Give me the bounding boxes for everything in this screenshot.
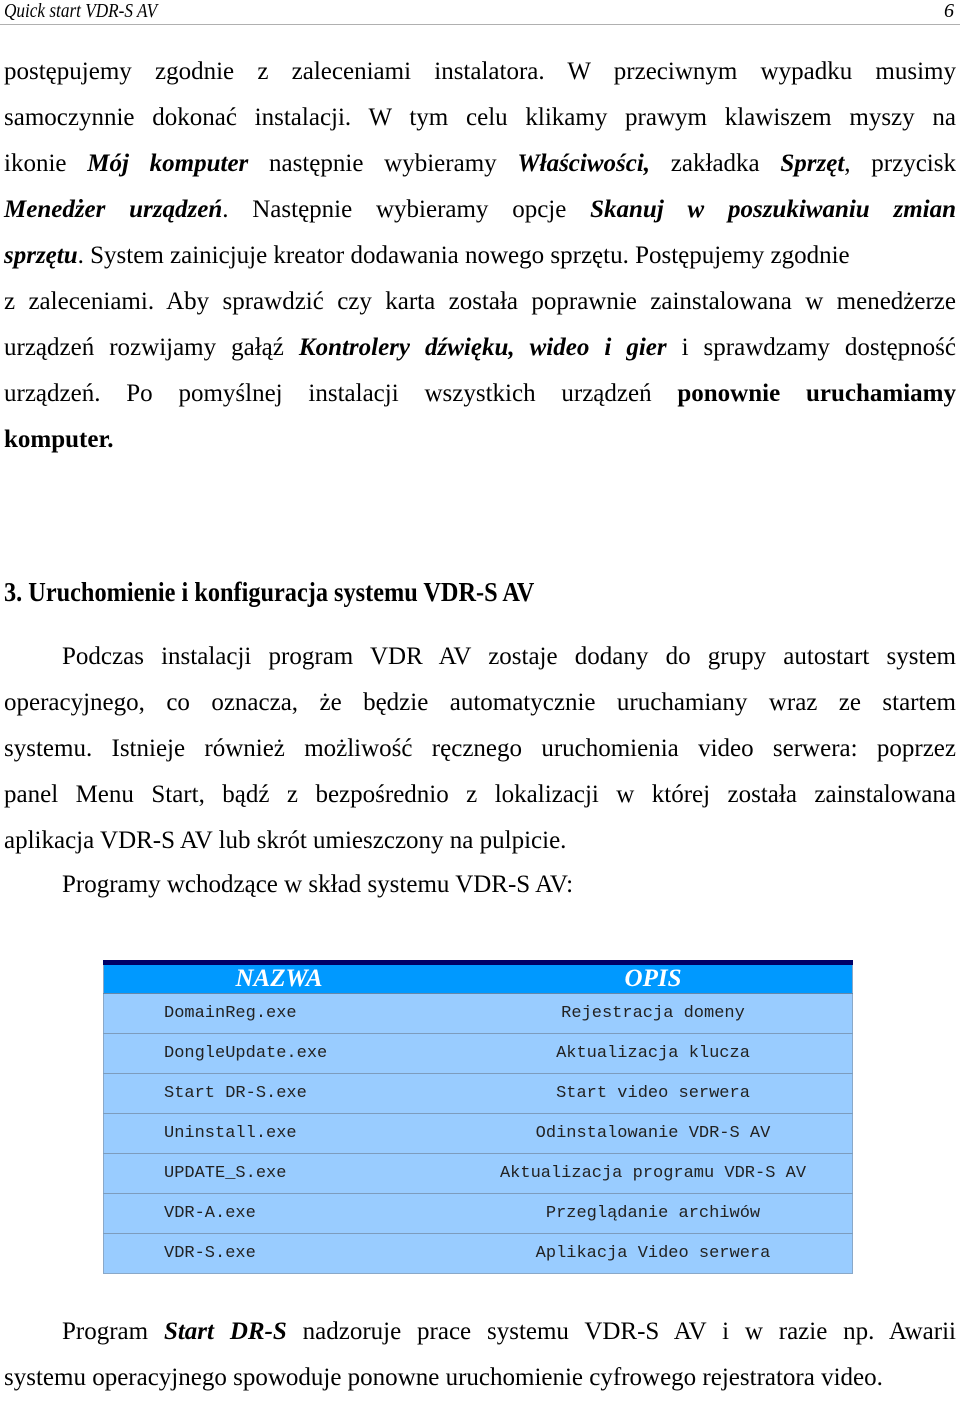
text: Program bbox=[62, 1318, 164, 1345]
text: ikonie bbox=[4, 150, 88, 177]
table-row: DongleUpdate.exe Aktualizacja klucza bbox=[103, 1033, 853, 1074]
table-row: Start DR-S.exe Start video serwera bbox=[103, 1073, 853, 1114]
text: . System zainicjuje kreator dodawania no… bbox=[77, 242, 850, 269]
text-line: Podczas instalacji program VDR AV zostaj… bbox=[62, 643, 956, 670]
text-line: postępujemy zgodnie z zaleceniami instal… bbox=[4, 58, 956, 85]
text-line: urządzeń rozwijamy gałąź Kontrolery dźwi… bbox=[4, 325, 956, 371]
text-line: Program Start DR-S nadzoruje prace syste… bbox=[4, 1309, 956, 1355]
program-name: Start DR-S.exe bbox=[103, 1073, 454, 1114]
program-name: Uninstall.exe bbox=[103, 1113, 454, 1154]
text-line: ikonie Mój komputer następnie wybieramy … bbox=[4, 141, 956, 187]
table-row: UPDATE_S.exe Aktualizacja programu VDR-S… bbox=[103, 1153, 853, 1194]
text-line: komputer. bbox=[4, 426, 114, 453]
emphasis-my-computer: Mój komputer bbox=[87, 150, 249, 177]
text-line: systemu operacyjnego spowoduje ponowne u… bbox=[4, 1364, 883, 1391]
text: . Następnie wybieramy opcje bbox=[222, 196, 591, 223]
text: urządzeń. Po pomyślnej instalacji wszyst… bbox=[4, 380, 678, 407]
emphasis-hardware: Sprzęt bbox=[780, 150, 845, 177]
text-line: sprzętu. System zainicjuje kreator dodaw… bbox=[4, 233, 956, 279]
column-header-name: NAZWA bbox=[103, 962, 454, 994]
program-name: UPDATE_S.exe bbox=[103, 1153, 454, 1194]
program-description: Aktualizacja programu VDR-S AV bbox=[454, 1153, 853, 1194]
programs-table: NAZWA OPIS DomainReg.exe Rejestracja dom… bbox=[103, 960, 853, 1274]
paragraph-autostart: Podczas instalacji program VDR AV zostaj… bbox=[4, 634, 956, 864]
text: nadzoruje prace systemu VDR-S AV i w raz… bbox=[286, 1318, 956, 1345]
program-description: Rejestracja domeny bbox=[454, 993, 853, 1034]
table-row: DomainReg.exe Rejestracja domeny bbox=[103, 993, 853, 1034]
page-header: Quick start VDR-S AV 6 bbox=[0, 0, 960, 25]
paragraph-installation: postępujemy zgodnie z zaleceniami instal… bbox=[4, 49, 956, 463]
emphasis-start-drs: Start DR-S bbox=[163, 1318, 287, 1345]
program-description: Odinstalowanie VDR-S AV bbox=[454, 1113, 853, 1154]
text: , przycisk bbox=[844, 150, 956, 177]
text: i sprawdzamy dostępność bbox=[666, 334, 957, 361]
document-title: Quick start VDR-S AV bbox=[4, 0, 158, 22]
emphasis-device-manager: Menedżer urządzeń bbox=[4, 196, 223, 223]
text: następnie wybieramy bbox=[248, 150, 518, 177]
table-row: VDR-A.exe Przeglądanie archiwów bbox=[103, 1193, 853, 1234]
program-name: DomainReg.exe bbox=[103, 993, 454, 1034]
program-description: Aplikacja Video serwera bbox=[454, 1233, 853, 1274]
emphasis-restart: ponownie uruchamiamy bbox=[677, 380, 956, 407]
text-line: urządzeń. Po pomyślnej instalacji wszyst… bbox=[4, 371, 956, 417]
emphasis-properties: Właściwości, bbox=[517, 150, 651, 177]
text-line: Programy wchodzące w skład systemu VDR-S… bbox=[62, 871, 574, 898]
program-description: Aktualizacja klucza bbox=[454, 1033, 853, 1074]
table-header-row: NAZWA OPIS bbox=[103, 962, 853, 994]
table-row: Uninstall.exe Odinstalowanie VDR-S AV bbox=[103, 1113, 853, 1154]
program-name: VDR-A.exe bbox=[103, 1193, 454, 1234]
emphasis-hardware-word: sprzętu bbox=[4, 242, 78, 269]
table-row: VDR-S.exe Aplikacja Video serwera bbox=[103, 1233, 853, 1274]
section-heading: 3. Uruchomienie i konfiguracja systemu V… bbox=[4, 577, 535, 607]
column-header-description: OPIS bbox=[454, 962, 853, 994]
text-line: Menedżer urządzeń. Następnie wybieramy o… bbox=[4, 187, 956, 233]
emphasis-scan-hardware: Skanuj w poszukiwaniu zmian bbox=[590, 196, 956, 223]
program-name: VDR-S.exe bbox=[103, 1233, 454, 1274]
text-line: panel Menu Start, bądź z bezpośrednio z … bbox=[4, 781, 956, 808]
program-name: DongleUpdate.exe bbox=[103, 1033, 454, 1074]
text-line: z zaleceniami. Aby sprawdzić czy karta z… bbox=[4, 288, 956, 315]
program-description: Start video serwera bbox=[454, 1073, 853, 1114]
text: urządzeń rozwijamy gałąź bbox=[4, 334, 299, 361]
text-line: aplikacja VDR-S AV lub skrót umieszczony… bbox=[4, 827, 567, 854]
page-number: 6 bbox=[944, 0, 954, 22]
text-line: systemu. Istnieje również możliwość ręcz… bbox=[4, 735, 956, 762]
text-line: operacyjnego, co oznacza, że będzie auto… bbox=[4, 689, 956, 716]
paragraph-programs-intro: Programy wchodzące w skład systemu VDR-S… bbox=[4, 862, 956, 908]
paragraph-start-drs: Program Start DR-S nadzoruje prace syste… bbox=[4, 1309, 956, 1401]
text: zakładka bbox=[650, 150, 781, 177]
text-line: samoczynnie dokonać instalacji. W tym ce… bbox=[4, 104, 956, 131]
program-description: Przeglądanie archiwów bbox=[454, 1193, 853, 1234]
emphasis-sound-video-controllers: Kontrolery dźwięku, wideo i gier bbox=[298, 334, 667, 361]
